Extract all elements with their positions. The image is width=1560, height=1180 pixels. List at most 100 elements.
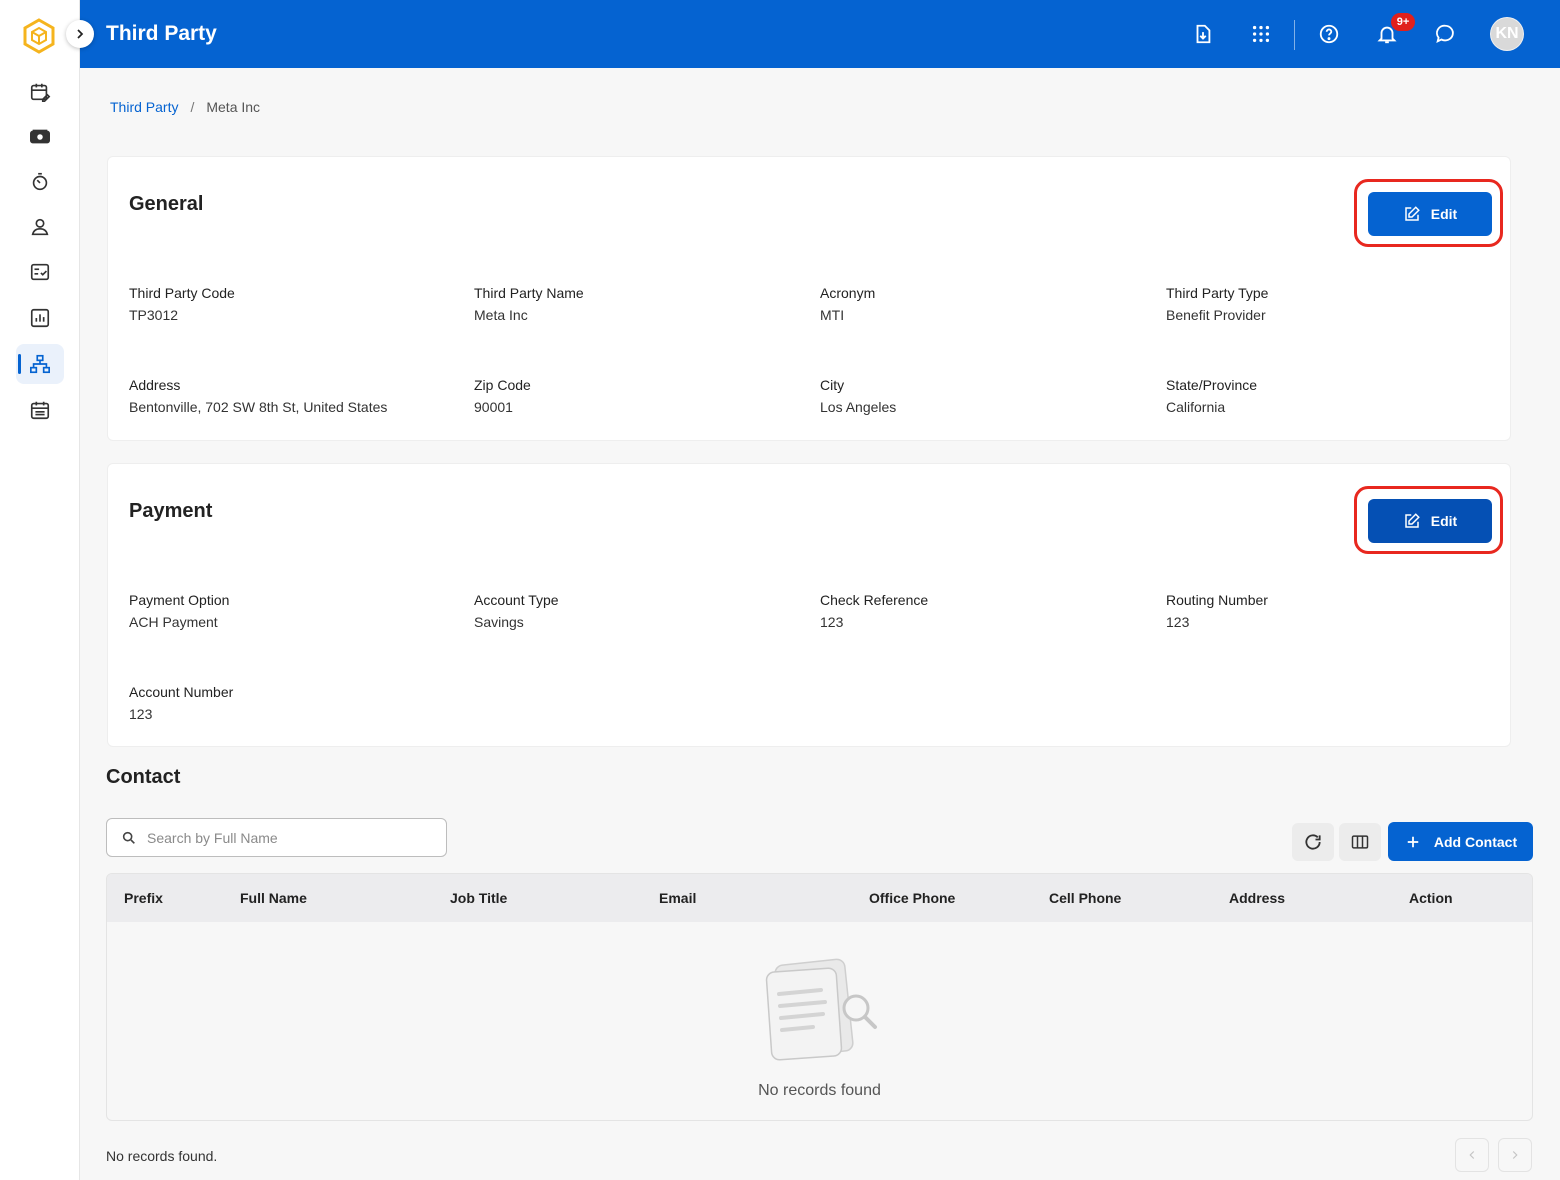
field-value: 123 bbox=[129, 706, 153, 722]
prev-page-button[interactable] bbox=[1455, 1138, 1489, 1172]
field-label: Routing Number bbox=[1166, 592, 1268, 608]
download-button[interactable] bbox=[1185, 16, 1221, 52]
column-header-full-name[interactable]: Full Name bbox=[240, 890, 307, 906]
field-label: Third Party Type bbox=[1166, 285, 1269, 301]
field-label: Acronym bbox=[820, 285, 876, 301]
field-third-party-type: Third Party Type Benefit Provider bbox=[1166, 285, 1496, 323]
contact-table: Prefix Full Name Job Title Email Office … bbox=[106, 873, 1533, 1121]
payment-edit-highlight: Edit bbox=[1354, 486, 1503, 554]
general-title: General bbox=[129, 193, 204, 215]
sidebar-item-schedule[interactable] bbox=[16, 390, 64, 430]
field-value: 123 bbox=[820, 614, 844, 630]
contact-search bbox=[106, 818, 447, 857]
general-edit-highlight: Edit bbox=[1354, 179, 1503, 247]
breadcrumb: Third Party / Meta Inc bbox=[110, 99, 260, 115]
column-header-cell-phone[interactable]: Cell Phone bbox=[1049, 890, 1121, 906]
notifications-button[interactable]: 9+ bbox=[1369, 13, 1415, 52]
calendar-edit-icon bbox=[30, 83, 51, 102]
chevron-right-icon bbox=[77, 29, 84, 39]
checklist-icon bbox=[30, 263, 50, 281]
app-logo-icon[interactable] bbox=[22, 18, 56, 54]
avatar[interactable]: KN bbox=[1490, 17, 1524, 51]
column-header-job-title[interactable]: Job Title bbox=[450, 890, 507, 906]
table-header: Prefix Full Name Job Title Email Office … bbox=[107, 874, 1532, 922]
general-edit-label: Edit bbox=[1430, 206, 1458, 222]
column-header-email[interactable]: Email bbox=[659, 890, 696, 906]
field-account-number: Account Number 123 bbox=[129, 684, 459, 722]
sidebar-expand-button[interactable] bbox=[66, 20, 94, 48]
field-routing-number: Routing Number 123 bbox=[1166, 592, 1496, 630]
timer-icon bbox=[32, 172, 48, 191]
sidebar-item-time[interactable] bbox=[16, 162, 64, 202]
payment-edit-button[interactable]: Edit bbox=[1368, 499, 1492, 543]
refresh-button[interactable] bbox=[1292, 823, 1334, 861]
field-label: Payment Option bbox=[129, 592, 230, 608]
field-label: Account Type bbox=[474, 592, 559, 608]
add-contact-label: Add Contact bbox=[1433, 833, 1518, 850]
page-title: Third Party bbox=[106, 22, 217, 45]
refresh-icon bbox=[1305, 834, 1321, 850]
user-icon bbox=[31, 218, 49, 236]
column-header-address[interactable]: Address bbox=[1229, 890, 1285, 906]
breadcrumb-current: Meta Inc bbox=[206, 99, 261, 115]
field-third-party-code: Third Party Code TP3012 bbox=[129, 285, 459, 323]
no-records-illustration bbox=[765, 958, 877, 1061]
sidebar-item-third-party[interactable] bbox=[16, 344, 64, 384]
field-label: Zip Code bbox=[474, 377, 531, 393]
chat-button[interactable] bbox=[1427, 16, 1463, 52]
field-value: Bentonville, 702 SW 8th St, United State… bbox=[129, 399, 388, 415]
columns-icon bbox=[1351, 835, 1369, 849]
contact-title: Contact bbox=[106, 766, 181, 788]
field-address: Address Bentonville, 702 SW 8th St, Unit… bbox=[129, 377, 459, 415]
field-payment-option: Payment Option ACH Payment bbox=[129, 592, 459, 630]
chevron-right-icon bbox=[1512, 1151, 1518, 1159]
breadcrumb-separator: / bbox=[190, 99, 195, 115]
sidebar-item-people[interactable] bbox=[16, 207, 64, 247]
column-header-prefix[interactable]: Prefix bbox=[124, 890, 163, 906]
edit-icon bbox=[1405, 513, 1420, 528]
field-value: 90001 bbox=[474, 399, 513, 415]
header-divider bbox=[1294, 20, 1295, 50]
file-download-icon bbox=[1196, 24, 1211, 44]
field-check-reference: Check Reference 123 bbox=[820, 592, 1150, 630]
field-label: Third Party Code bbox=[129, 285, 235, 301]
field-state-province: State/Province California bbox=[1166, 377, 1496, 415]
help-icon bbox=[1319, 24, 1339, 44]
payment-title: Payment bbox=[129, 500, 213, 522]
column-header-office-phone[interactable]: Office Phone bbox=[869, 890, 955, 906]
field-label: Address bbox=[129, 377, 181, 393]
payment-edit-label: Edit bbox=[1430, 513, 1458, 529]
grid-dots-icon bbox=[1252, 25, 1270, 43]
apps-button[interactable] bbox=[1243, 16, 1279, 52]
sidebar bbox=[0, 0, 80, 1180]
field-value: TP3012 bbox=[129, 307, 179, 323]
search-input[interactable] bbox=[147, 829, 427, 846]
breadcrumb-link-third-party[interactable]: Third Party bbox=[110, 99, 178, 115]
sidebar-item-reports[interactable] bbox=[16, 298, 64, 338]
empty-state-text: No records found bbox=[758, 1082, 881, 1099]
field-third-party-name: Third Party Name Meta Inc bbox=[474, 285, 804, 323]
general-edit-button[interactable]: Edit bbox=[1368, 192, 1492, 236]
records-status: No records found. bbox=[106, 1148, 218, 1164]
add-contact-button[interactable]: Add Contact bbox=[1388, 822, 1533, 861]
general-card: General Edit Third Party Code TP3012 Thi… bbox=[107, 156, 1511, 441]
field-label: Check Reference bbox=[820, 592, 929, 608]
field-label: Account Number bbox=[129, 684, 234, 700]
sidebar-item-payroll[interactable] bbox=[16, 117, 64, 157]
money-icon bbox=[30, 129, 50, 144]
field-label: City bbox=[820, 377, 845, 393]
top-bar: Third Party 9+ KN bbox=[80, 0, 1560, 68]
sidebar-item-tasks[interactable] bbox=[16, 252, 64, 292]
plus-icon bbox=[1407, 836, 1419, 847]
columns-button[interactable] bbox=[1339, 823, 1381, 861]
field-value: Benefit Provider bbox=[1166, 307, 1266, 323]
next-page-button[interactable] bbox=[1498, 1138, 1532, 1172]
field-value: 123 bbox=[1166, 614, 1190, 630]
field-city: City Los Angeles bbox=[820, 377, 1150, 415]
help-button[interactable] bbox=[1311, 16, 1347, 52]
column-header-action[interactable]: Action bbox=[1409, 890, 1453, 906]
payment-card: Payment Edit Payment Option ACH Payment … bbox=[107, 463, 1511, 747]
org-chart-icon bbox=[30, 354, 50, 374]
chevron-left-icon bbox=[1469, 1151, 1475, 1159]
sidebar-item-calendar[interactable] bbox=[16, 72, 64, 112]
